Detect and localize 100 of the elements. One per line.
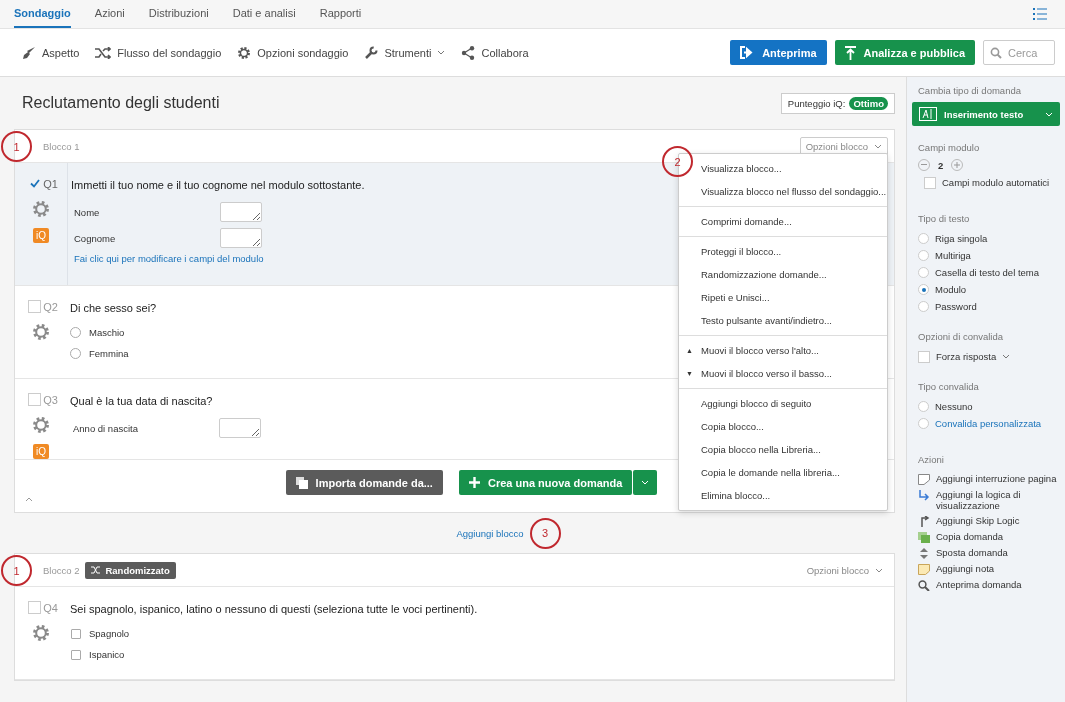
action-link[interactable]: Sposta domanda — [936, 547, 1008, 558]
checkbox[interactable] — [28, 393, 42, 406]
radio-button[interactable] — [918, 284, 929, 295]
menu-item[interactable]: Proteggi il blocco... — [679, 240, 887, 263]
brush-icon — [22, 45, 36, 60]
action-link[interactable]: Copia domanda — [936, 531, 1004, 542]
option-label: Nessuno — [935, 401, 973, 412]
toolbar-button[interactable]: Collabora — [461, 45, 529, 60]
menu-item[interactable]: Copia blocco... — [679, 415, 887, 438]
action-link[interactable]: Aggiungi nota — [936, 563, 995, 574]
menu-item-label: Muovi il blocco verso il basso... — [701, 368, 832, 379]
gear-icon[interactable] — [32, 323, 50, 341]
action-link[interactable]: Aggiungi la logica di visualizzazione — [936, 489, 1057, 511]
caret-icon[interactable] — [1002, 354, 1011, 359]
menu-item-label: Visualizza blocco nel flusso del sondaggio... — [701, 186, 887, 197]
page-icon[interactable] — [918, 474, 930, 485]
create-question-button[interactable]: Crea una nuova domanda — [458, 470, 633, 495]
nav-tab[interactable]: Azioni — [94, 0, 125, 28]
choice-label: Femmina — [89, 348, 129, 359]
toolbar-button[interactable]: Opzioni sondaggio — [237, 45, 349, 60]
radio-button[interactable] — [918, 233, 929, 244]
block-options-button[interactable]: Opzioni blocco — [801, 561, 888, 579]
gear-icon[interactable] — [32, 624, 50, 642]
menu-item-label: Testo pulsante avanti/indietro... — [701, 315, 832, 326]
radio-button[interactable] — [918, 267, 929, 278]
menu-item[interactable]: Visualizza blocco nel flusso del sondaggio... — [679, 180, 887, 203]
question-number: Q4 — [43, 601, 58, 614]
collapse-icon[interactable] — [25, 497, 33, 502]
checkbox[interactable] — [28, 601, 42, 614]
menu-item[interactable]: Comprimi domande... — [679, 210, 887, 233]
note-icon[interactable] — [918, 564, 930, 575]
menu-item[interactable]: Aggiungi blocco di seguito — [679, 392, 887, 415]
menu-item-label: Aggiungi blocco di seguito — [701, 398, 812, 409]
text-field[interactable] — [219, 418, 261, 438]
question-text: Di che sesso sei? — [70, 302, 157, 314]
question-number: Q3 — [43, 393, 58, 406]
question-card[interactable]: Q4 Sei spagnolo, ispanico, latino o nessuno di questi (seleziona tutte le voci pertinenti). Spagnolo Ispanico — [15, 587, 894, 680]
text-field[interactable] — [220, 228, 262, 248]
menu-item[interactable]: Testo pulsante avanti/indietro... — [679, 309, 887, 332]
move-icon[interactable] — [918, 548, 930, 559]
question-type-dropdown[interactable]: Inserimento testo — [912, 102, 1060, 126]
question-text: Sei spagnolo, ispanico, latino o nessuno di questi (seleziona tutte le voci pertinenti). — [70, 603, 478, 615]
radio-button[interactable] — [918, 301, 929, 312]
wrench-icon — [364, 45, 379, 60]
action-link[interactable]: Anteprima domanda — [936, 579, 1022, 590]
radio-button[interactable] — [918, 418, 929, 429]
checkbox[interactable] — [924, 176, 936, 189]
upload-icon — [844, 45, 856, 60]
edit-fields-link[interactable]: Fai clic qui per modificare i campi del modulo — [74, 253, 264, 264]
menu-item[interactable]: Ripeti e Unisci... — [679, 286, 887, 309]
nav-tab[interactable]: Distribuzioni — [148, 0, 209, 28]
score-indicator[interactable]: Punteggio iQ: Ottimo — [780, 92, 895, 114]
section-heading: Opzioni di convalida — [918, 331, 1005, 342]
gear-icon[interactable] — [32, 200, 50, 218]
radio-button[interactable] — [918, 250, 929, 261]
nav-tab[interactable]: Rapporti — [319, 0, 362, 28]
checkbox[interactable] — [918, 350, 930, 363]
shuffle-icon — [95, 46, 112, 59]
search-icon[interactable] — [918, 580, 930, 591]
toolbar-button[interactable]: Strumenti — [364, 45, 446, 60]
menu-item[interactable]: Randomizzazione domande... — [679, 263, 887, 286]
action-link[interactable]: Aggiungi interruzione pagina — [936, 473, 1057, 484]
checkbox[interactable] — [71, 628, 81, 639]
add-block-link[interactable]: Aggiungi blocco — [456, 527, 524, 539]
checkbox[interactable] — [28, 177, 42, 190]
menu-item[interactable]: Copia blocco nella Libreria... — [679, 438, 887, 461]
exit-icon — [740, 46, 755, 59]
copy-icon[interactable] — [918, 532, 930, 543]
choice-label: Maschio — [89, 327, 125, 338]
menu-item-label: Ripeti e Unisci... — [701, 292, 770, 303]
option-link[interactable]: Convalida personalizzata — [935, 418, 1042, 429]
list-icon[interactable] — [1033, 8, 1047, 20]
radio-button[interactable] — [918, 401, 929, 412]
import-questions-button[interactable]: Importa domande da... — [285, 470, 443, 495]
menu-item-label: Copia blocco... — [701, 421, 764, 432]
toolbar-button[interactable]: Aspetto — [22, 45, 80, 60]
checkbox[interactable] — [28, 300, 42, 313]
question-text: Qual è la tua data di nascita? — [70, 395, 213, 407]
publish-button[interactable]: Analizza e pubblica — [834, 40, 975, 65]
arrow-icon[interactable] — [918, 490, 930, 501]
text-icon — [919, 107, 937, 121]
option-label: Forza risposta — [936, 351, 997, 362]
toolbar-button[interactable]: Flusso del sondaggio — [95, 46, 222, 59]
text-field[interactable] — [220, 202, 262, 222]
dropdown-button[interactable] — [633, 470, 658, 495]
option-label: Campi modulo automatici — [942, 177, 1050, 188]
search-field[interactable]: Cerca — [983, 40, 1055, 65]
section-heading: Campi modulo — [918, 142, 981, 153]
menu-item[interactable]: Copia le domande nella libreria... — [679, 461, 887, 484]
skip-icon[interactable] — [918, 516, 930, 527]
menu-item[interactable]: Elimina blocco... — [679, 484, 887, 507]
preview-button[interactable]: Anteprima — [730, 40, 827, 65]
checkbox[interactable] — [71, 649, 81, 660]
action-link[interactable]: Aggiungi Skip Logic — [936, 515, 1020, 526]
gear-icon[interactable] — [32, 416, 50, 434]
gear-icon — [237, 45, 252, 60]
choice-label: Ispanico — [89, 649, 125, 660]
caret-icon — [641, 480, 650, 485]
nav-tab[interactable]: Dati e analisi — [232, 0, 296, 28]
share-icon — [461, 45, 476, 60]
